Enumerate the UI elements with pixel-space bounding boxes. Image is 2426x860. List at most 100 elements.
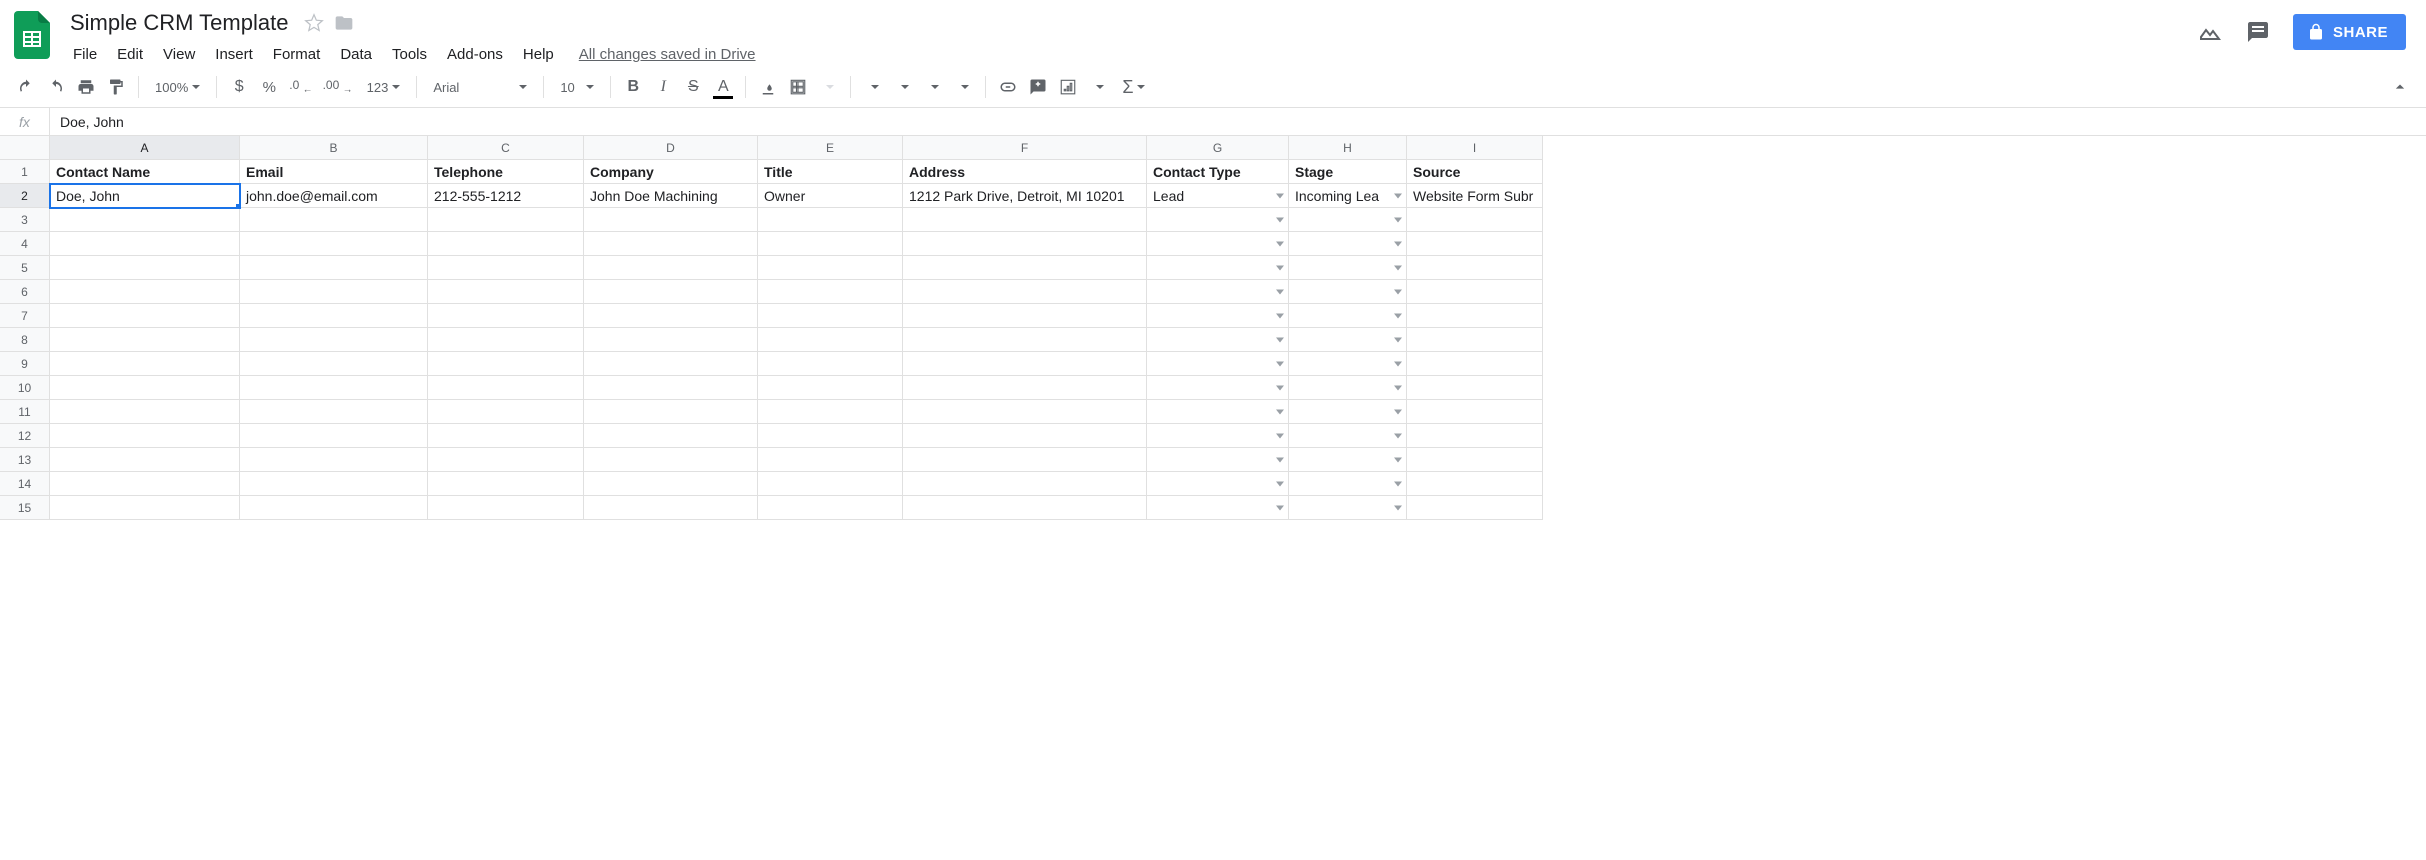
- cell-B4[interactable]: [240, 232, 428, 256]
- row-header-5[interactable]: 5: [0, 256, 50, 280]
- cell-B5[interactable]: [240, 256, 428, 280]
- dropdown-arrow-icon[interactable]: [1394, 289, 1402, 294]
- dropdown-arrow-icon[interactable]: [1276, 289, 1284, 294]
- cell-F12[interactable]: [903, 424, 1147, 448]
- cell-A1[interactable]: Contact Name: [50, 160, 240, 184]
- number-format-dropdown[interactable]: 123: [359, 73, 409, 101]
- cell-I6[interactable]: [1407, 280, 1543, 304]
- cell-C4[interactable]: [428, 232, 584, 256]
- menu-data[interactable]: Data: [331, 42, 381, 67]
- menu-view[interactable]: View: [154, 42, 204, 67]
- cell-H4[interactable]: [1289, 232, 1407, 256]
- row-header-2[interactable]: 2: [0, 184, 50, 208]
- cell-F13[interactable]: [903, 448, 1147, 472]
- vertical-align-button[interactable]: [889, 73, 917, 101]
- cell-F15[interactable]: [903, 496, 1147, 520]
- cell-C15[interactable]: [428, 496, 584, 520]
- zoom-dropdown[interactable]: 100%: [147, 73, 208, 101]
- cell-C6[interactable]: [428, 280, 584, 304]
- cell-A12[interactable]: [50, 424, 240, 448]
- cell-G12[interactable]: [1147, 424, 1289, 448]
- cell-F2[interactable]: 1212 Park Drive, Detroit, MI 10201: [903, 184, 1147, 208]
- dropdown-arrow-icon[interactable]: [1394, 193, 1402, 198]
- cell-I12[interactable]: [1407, 424, 1543, 448]
- spreadsheet-grid[interactable]: ABCDEFGHI1Contact NameEmailTelephoneComp…: [0, 136, 2426, 520]
- cell-B12[interactable]: [240, 424, 428, 448]
- dropdown-arrow-icon[interactable]: [1276, 193, 1284, 198]
- horizontal-align-button[interactable]: [859, 73, 887, 101]
- row-header-11[interactable]: 11: [0, 400, 50, 424]
- cell-B8[interactable]: [240, 328, 428, 352]
- cell-A15[interactable]: [50, 496, 240, 520]
- cell-C8[interactable]: [428, 328, 584, 352]
- cell-F7[interactable]: [903, 304, 1147, 328]
- dropdown-arrow-icon[interactable]: [1394, 337, 1402, 342]
- comments-icon[interactable]: [2245, 19, 2271, 45]
- star-icon[interactable]: [304, 13, 324, 33]
- cell-A2[interactable]: Doe, John: [50, 184, 240, 208]
- cell-I2[interactable]: Website Form Subr: [1407, 184, 1543, 208]
- cell-B14[interactable]: [240, 472, 428, 496]
- cell-H7[interactable]: [1289, 304, 1407, 328]
- strikethrough-button[interactable]: S: [679, 73, 707, 101]
- cell-E6[interactable]: [758, 280, 903, 304]
- dropdown-arrow-icon[interactable]: [1394, 217, 1402, 222]
- currency-button[interactable]: $: [225, 73, 253, 101]
- cell-G11[interactable]: [1147, 400, 1289, 424]
- collapse-toolbar-button[interactable]: [2386, 73, 2414, 101]
- percent-button[interactable]: %: [255, 73, 283, 101]
- dropdown-arrow-icon[interactable]: [1394, 457, 1402, 462]
- filter-button[interactable]: [1084, 73, 1112, 101]
- cell-G10[interactable]: [1147, 376, 1289, 400]
- cell-C7[interactable]: [428, 304, 584, 328]
- cell-H8[interactable]: [1289, 328, 1407, 352]
- cell-F6[interactable]: [903, 280, 1147, 304]
- col-header-F[interactable]: F: [903, 136, 1147, 160]
- row-header-9[interactable]: 9: [0, 352, 50, 376]
- cell-E10[interactable]: [758, 376, 903, 400]
- cell-E14[interactable]: [758, 472, 903, 496]
- cell-A3[interactable]: [50, 208, 240, 232]
- cell-C9[interactable]: [428, 352, 584, 376]
- row-header-1[interactable]: 1: [0, 160, 50, 184]
- cell-A10[interactable]: [50, 376, 240, 400]
- dropdown-arrow-icon[interactable]: [1276, 409, 1284, 414]
- cell-E15[interactable]: [758, 496, 903, 520]
- cell-I5[interactable]: [1407, 256, 1543, 280]
- row-header-8[interactable]: 8: [0, 328, 50, 352]
- insert-chart-button[interactable]: [1054, 73, 1082, 101]
- cell-D11[interactable]: [584, 400, 758, 424]
- cell-H2[interactable]: Incoming Lea: [1289, 184, 1407, 208]
- cell-F5[interactable]: [903, 256, 1147, 280]
- dropdown-arrow-icon[interactable]: [1394, 361, 1402, 366]
- cell-F1[interactable]: Address: [903, 160, 1147, 184]
- fill-color-button[interactable]: [754, 73, 782, 101]
- text-rotation-button[interactable]: [949, 73, 977, 101]
- cell-H6[interactable]: [1289, 280, 1407, 304]
- cell-I8[interactable]: [1407, 328, 1543, 352]
- dropdown-arrow-icon[interactable]: [1394, 265, 1402, 270]
- cell-G6[interactable]: [1147, 280, 1289, 304]
- cell-I10[interactable]: [1407, 376, 1543, 400]
- row-header-7[interactable]: 7: [0, 304, 50, 328]
- cell-A14[interactable]: [50, 472, 240, 496]
- cell-I9[interactable]: [1407, 352, 1543, 376]
- dropdown-arrow-icon[interactable]: [1276, 361, 1284, 366]
- cell-H10[interactable]: [1289, 376, 1407, 400]
- cell-D2[interactable]: John Doe Machining: [584, 184, 758, 208]
- cell-F4[interactable]: [903, 232, 1147, 256]
- cell-C13[interactable]: [428, 448, 584, 472]
- cell-A6[interactable]: [50, 280, 240, 304]
- merge-cells-button[interactable]: [814, 73, 842, 101]
- cell-A9[interactable]: [50, 352, 240, 376]
- cell-I1[interactable]: Source: [1407, 160, 1543, 184]
- cell-C5[interactable]: [428, 256, 584, 280]
- decrease-decimal-button[interactable]: .0 ←: [285, 73, 316, 101]
- cell-E7[interactable]: [758, 304, 903, 328]
- cell-B6[interactable]: [240, 280, 428, 304]
- cell-E9[interactable]: [758, 352, 903, 376]
- dropdown-arrow-icon[interactable]: [1276, 481, 1284, 486]
- cell-C10[interactable]: [428, 376, 584, 400]
- cell-G7[interactable]: [1147, 304, 1289, 328]
- col-header-G[interactable]: G: [1147, 136, 1289, 160]
